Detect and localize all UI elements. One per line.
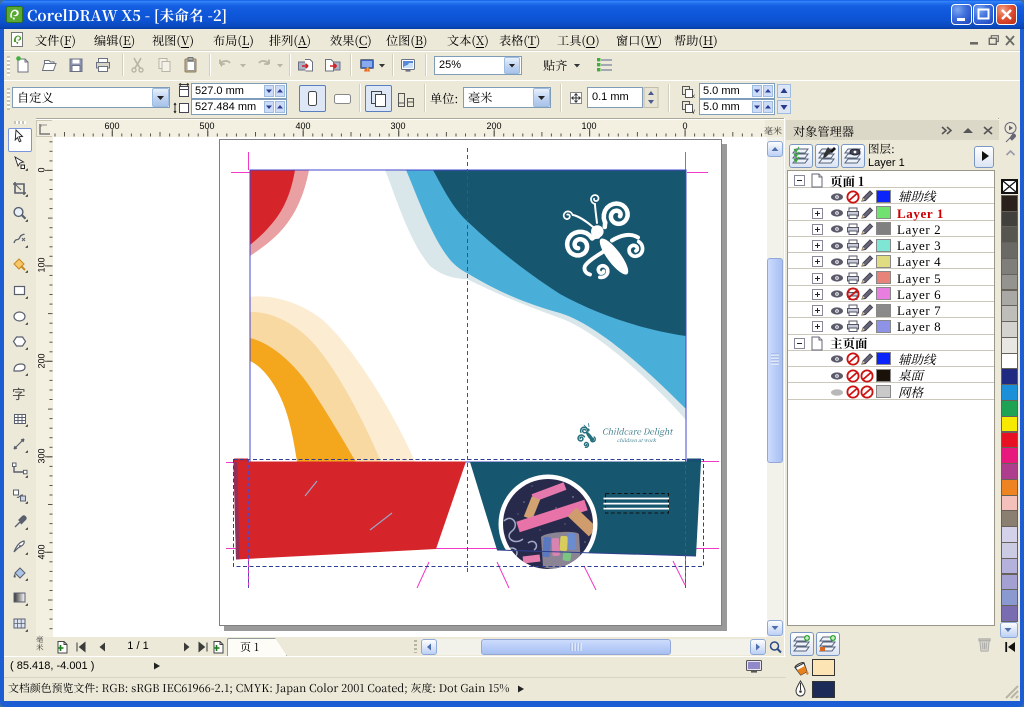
svg-text:y: y xyxy=(692,109,695,114)
svg-text:x: x xyxy=(692,94,695,100)
